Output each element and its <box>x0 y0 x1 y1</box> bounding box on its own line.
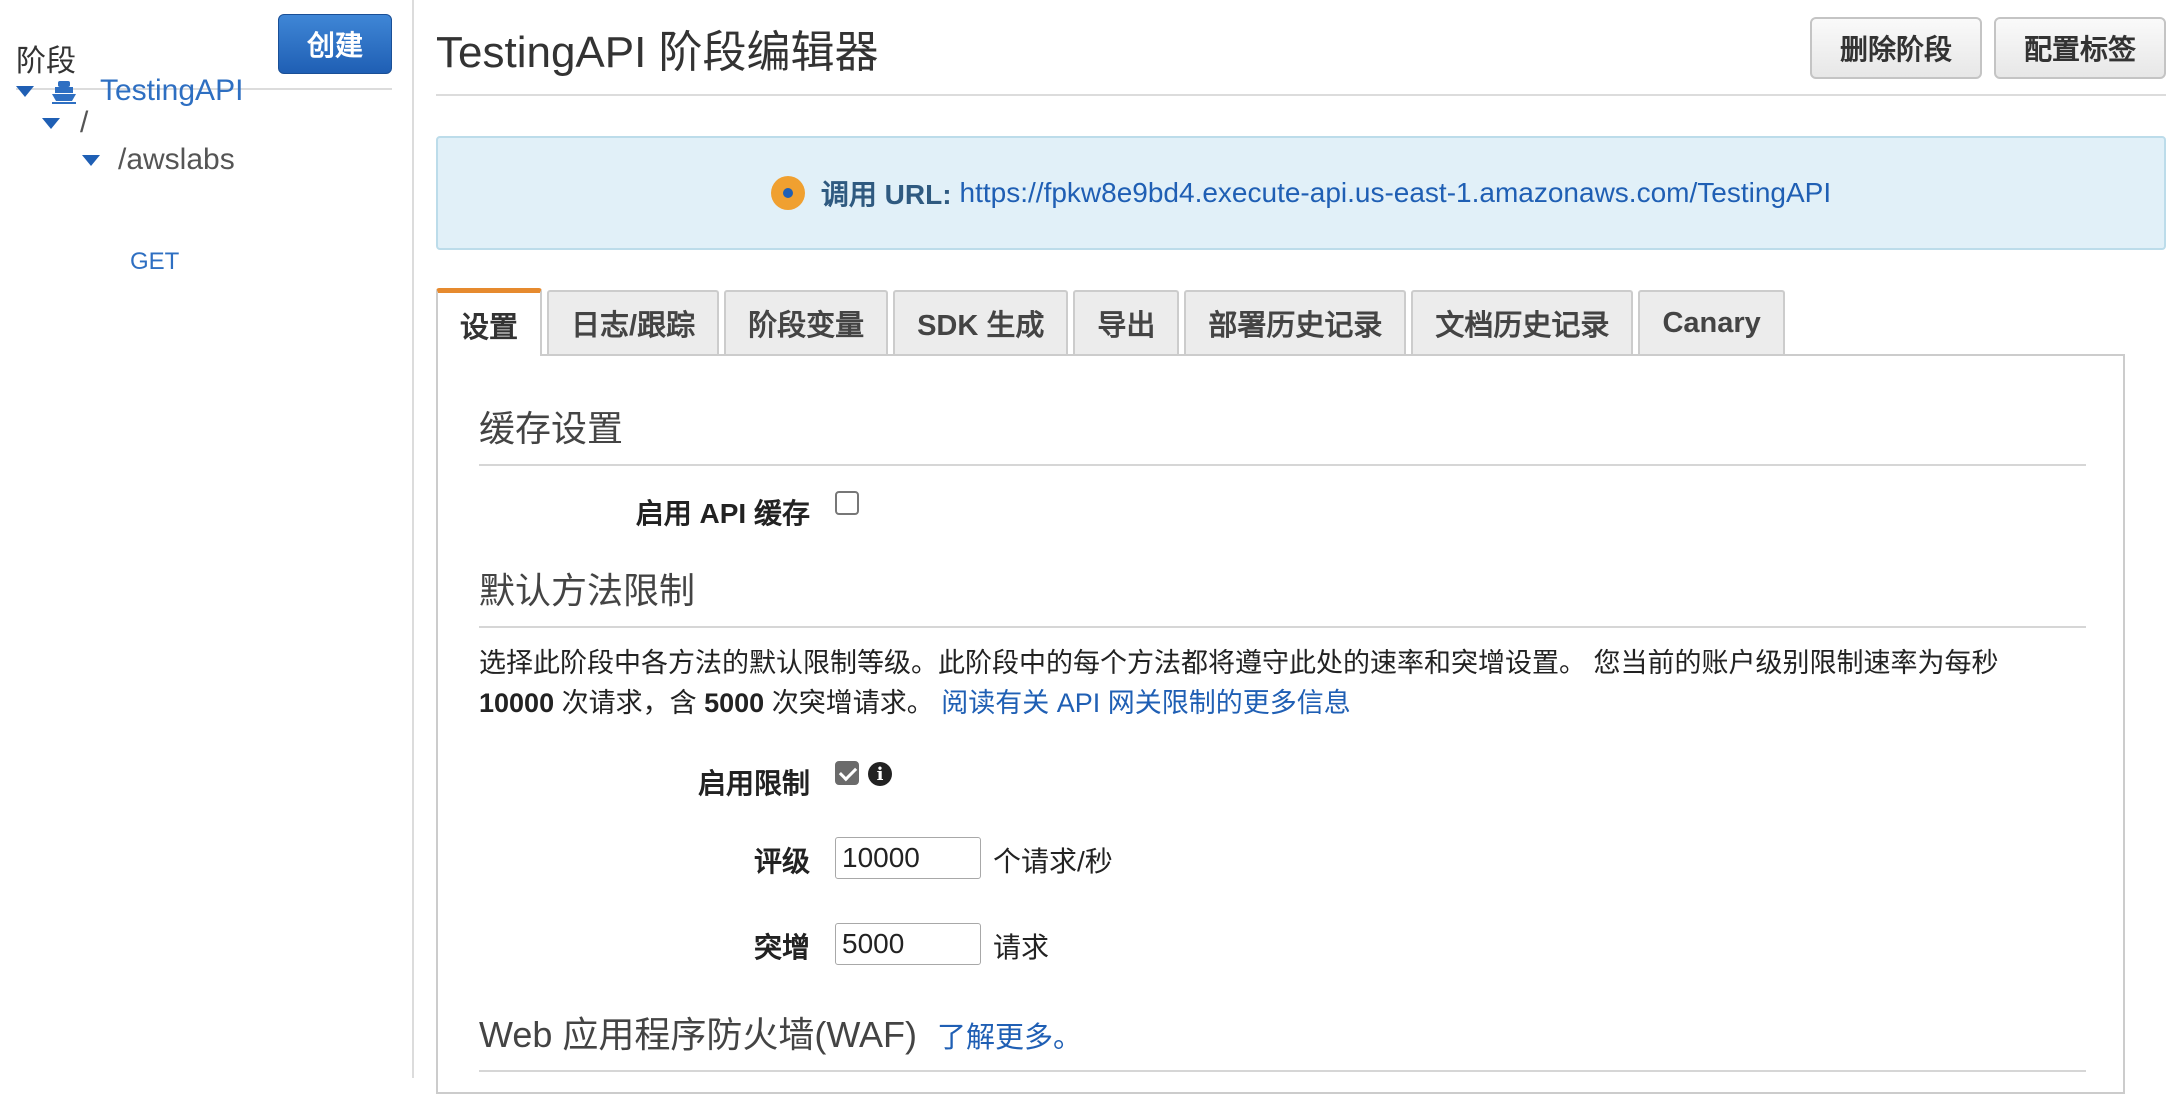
info-dot-icon <box>770 176 805 210</box>
caret-down-icon[interactable] <box>42 117 60 129</box>
tab-documentation-history[interactable]: 文档历史记录 <box>1411 290 1634 354</box>
page-title: TestingAPI 阶段编辑器 <box>436 28 879 77</box>
throttling-learn-more-link[interactable]: 阅读有关 API 网关限制的更多信息 <box>941 688 1351 718</box>
tree-item-api[interactable]: TestingAPI <box>16 74 243 108</box>
burst-unit: 请求 <box>993 932 1050 963</box>
configure-tags-button[interactable]: 配置标签 <box>1994 17 2166 79</box>
throttle-description: 选择此阶段中各方法的默认限制等级。此阶段中的每个方法都将遵守此处的速率和突增设置… <box>479 643 2109 723</box>
invoke-url-link[interactable]: https://fpkw8e9bd4.execute-api.us-east-1… <box>960 177 1832 209</box>
info-icon[interactable]: i <box>868 762 892 786</box>
waf-learn-more-link[interactable]: 了解更多。 <box>937 1022 1082 1054</box>
delete-stage-button[interactable]: 删除阶段 <box>1810 17 1982 79</box>
waf-title: Web 应用程序防火墙(WAF) <box>479 1014 917 1055</box>
tree-item-awslabs[interactable]: /awslabs <box>82 140 235 180</box>
stages-sidebar: 阶段 创建 TestingAPI / /awslabs GET <box>0 0 414 1078</box>
rate-label: 评级 <box>753 846 810 877</box>
tab-canary[interactable]: Canary <box>1638 290 1785 354</box>
section-divider <box>479 626 2086 628</box>
tab-export[interactable]: 导出 <box>1073 290 1180 354</box>
tree-item-method[interactable]: GET <box>130 248 179 276</box>
tree-label-method[interactable]: GET <box>130 248 179 276</box>
tree-item-root[interactable]: / <box>42 106 88 140</box>
enable-throttling-label: 启用限制 <box>697 768 810 799</box>
caret-down-icon[interactable] <box>16 85 34 97</box>
create-stage-button[interactable]: 创建 <box>278 14 392 74</box>
enable-throttling-checkbox[interactable] <box>835 761 859 785</box>
tab-stage-variables[interactable]: 阶段变量 <box>724 290 889 354</box>
enable-cache-checkbox[interactable] <box>835 491 859 515</box>
tab-settings[interactable]: 设置 <box>436 288 543 356</box>
caret-down-icon[interactable] <box>82 154 100 166</box>
section-divider <box>479 464 2086 466</box>
burst-input[interactable] <box>835 923 981 965</box>
section-divider <box>479 1070 2086 1072</box>
stage-editor: TestingAPI 阶段编辑器 删除阶段 配置标签 调用 URL: https… <box>436 0 2166 1094</box>
tree-label-awslabs[interactable]: /awslabs <box>118 143 235 177</box>
account-rate-limit: 10000 <box>479 688 555 718</box>
tab-sdk-generation[interactable]: SDK 生成 <box>893 290 1069 354</box>
settings-panel: 缓存设置 启用 API 缓存 默认方法限制 选择此阶段中各方法的默认限制等级。此… <box>436 354 2125 1094</box>
tree-label-root[interactable]: / <box>80 106 88 140</box>
throttle-desc-text: 次突增请求。 <box>771 688 934 718</box>
burst-label: 突增 <box>753 932 810 963</box>
invoke-url-banner: 调用 URL: https://fpkw8e9bd4.execute-api.u… <box>436 136 2166 250</box>
throttle-title: 默认方法限制 <box>479 570 696 611</box>
tab-deployment-history[interactable]: 部署历史记录 <box>1184 290 1407 354</box>
waf-section-title: Web 应用程序防火墙(WAF) 了解更多。 <box>479 1006 1082 1058</box>
enable-cache-label: 启用 API 缓存 <box>635 498 810 529</box>
api-icon <box>50 77 78 105</box>
rate-unit: 个请求/秒 <box>993 846 1113 877</box>
stage-tabs: 设置 日志/跟踪 阶段变量 SDK 生成 导出 部署历史记录 文档历史记录 Ca… <box>436 288 1790 356</box>
rate-input[interactable] <box>835 837 981 879</box>
invoke-url-label: 调用 URL: <box>820 179 952 210</box>
throttle-desc-text: 次请求，含 <box>561 688 697 718</box>
cache-settings-title: 缓存设置 <box>479 408 624 449</box>
account-burst-limit: 5000 <box>704 688 765 718</box>
tree-label-api[interactable]: TestingAPI <box>100 74 243 108</box>
title-divider <box>436 94 2166 96</box>
throttle-desc-text: 选择此阶段中各方法的默认限制等级。此阶段中的每个方法都将遵守此处的速率和突增设置… <box>479 648 1999 678</box>
tab-logs-tracing[interactable]: 日志/跟踪 <box>547 290 720 354</box>
